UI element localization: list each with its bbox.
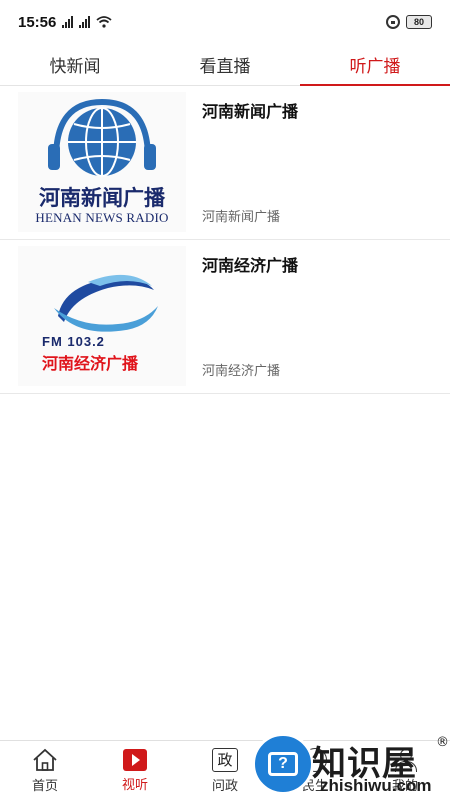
home-icon	[33, 748, 57, 771]
people-icon	[303, 747, 327, 772]
station-logo: 河南新闻广播 HENAN NEWS RADIO	[18, 92, 186, 232]
nav-label: 视听	[121, 777, 148, 793]
battery-icon: 80	[406, 15, 432, 29]
nav-item-mine[interactable]: 我的	[360, 741, 450, 800]
list-item[interactable]: 河南新闻广播 HENAN NEWS RADIO 河南新闻广播 河南新闻广播	[0, 86, 450, 240]
wifi-icon	[96, 16, 112, 28]
logo-name-cn: 河南经济广播	[42, 354, 139, 373]
tab-radio[interactable]: 听广播	[300, 44, 450, 86]
logo-frequency: FM 103.2	[42, 334, 105, 349]
station-list: 河南新闻广播 HENAN NEWS RADIO 河南新闻广播 河南新闻广播 FM…	[0, 86, 450, 394]
tab-quick-news[interactable]: 快新闻	[0, 44, 150, 85]
bottom-nav: 首页 视听 政 问政 民生 我的	[0, 740, 450, 800]
station-subtitle: 河南经济广播	[202, 364, 281, 379]
tab-live[interactable]: 看直播	[150, 44, 300, 85]
nav-label: 首页	[31, 778, 58, 794]
video-icon	[123, 748, 147, 771]
list-item[interactable]: FM 103.2 河南经济广播 河南经济广播 河南经济广播	[0, 240, 450, 394]
station-logo: FM 103.2 河南经济广播	[18, 246, 186, 386]
station-title: 河南经济广播	[202, 256, 299, 275]
nav-item-home[interactable]: 首页	[0, 741, 90, 800]
logo-name-cn: 河南新闻广播	[39, 185, 165, 210]
nav-item-politics[interactable]: 政 问政	[180, 741, 270, 800]
nav-label: 问政	[211, 778, 238, 794]
user-icon	[393, 748, 417, 772]
station-title: 河南新闻广播	[202, 102, 299, 121]
logo-name-en: HENAN NEWS RADIO	[35, 210, 169, 225]
signal-icon	[62, 16, 74, 28]
station-subtitle: 河南新闻广播	[202, 210, 281, 225]
status-time: 15:56	[18, 13, 57, 31]
nav-label: 民生	[301, 778, 328, 794]
status-bar: 15:56 80	[0, 0, 450, 44]
tab-bar: 快新闻 看直播 听广播	[0, 44, 450, 86]
politics-icon: 政	[212, 747, 238, 772]
rotation-lock-icon	[386, 15, 400, 29]
nav-item-media[interactable]: 视听	[90, 741, 180, 800]
nav-label: 我的	[391, 778, 418, 794]
signal-icon	[79, 16, 91, 28]
nav-item-livelihood[interactable]: 民生	[270, 741, 360, 800]
